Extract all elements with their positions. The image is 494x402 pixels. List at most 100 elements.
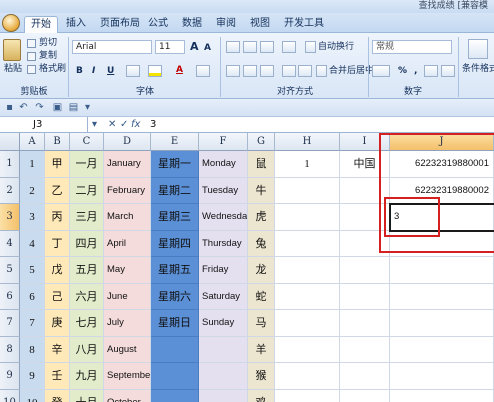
cell-i3[interactable]: [340, 204, 390, 231]
increase-decimal-icon[interactable]: [424, 65, 438, 77]
redo-icon[interactable]: ↷: [34, 102, 45, 113]
cell-h6[interactable]: [275, 283, 340, 310]
percent-button[interactable]: %: [398, 65, 407, 77]
cell-a10[interactable]: 10: [20, 389, 45, 402]
cell-h7[interactable]: [275, 310, 340, 337]
cell-f1[interactable]: Monday: [199, 151, 248, 178]
align-left-icon[interactable]: [226, 65, 240, 77]
column-header-f[interactable]: F: [199, 133, 248, 151]
column-header-i[interactable]: I: [340, 133, 390, 151]
cell-a7[interactable]: 7: [20, 310, 45, 337]
cell-h1[interactable]: 1: [275, 151, 340, 178]
cell-e8[interactable]: [151, 336, 199, 363]
row-header-6[interactable]: 6: [0, 283, 20, 310]
select-all-corner[interactable]: [0, 133, 20, 151]
row-header-4[interactable]: 4: [0, 230, 20, 257]
font-name-select[interactable]: Arial: [72, 40, 152, 54]
format-painter-button[interactable]: 格式刷: [39, 63, 66, 75]
enter-icon[interactable]: ✓: [120, 118, 128, 131]
cell-i10[interactable]: [340, 389, 390, 402]
cell-i5[interactable]: [340, 257, 390, 284]
cell-j3[interactable]: 3: [390, 204, 494, 231]
cell-b9[interactable]: 壬: [45, 363, 70, 390]
cell-f6[interactable]: Saturday: [199, 283, 248, 310]
align-right-icon[interactable]: [260, 65, 274, 77]
insert-function-button[interactable]: fx: [131, 118, 140, 131]
customize-qat-icon[interactable]: ▾: [82, 102, 93, 113]
cell-h5[interactable]: [275, 257, 340, 284]
column-header-a[interactable]: A: [20, 133, 45, 151]
row-header-5[interactable]: 5: [0, 257, 20, 284]
cell-c5[interactable]: 五月: [70, 257, 104, 284]
increase-indent-icon[interactable]: [298, 65, 312, 77]
tab-home[interactable]: 开始: [24, 16, 58, 33]
cell-h4[interactable]: [275, 230, 340, 257]
paste-icon[interactable]: [3, 39, 21, 61]
align-center-icon[interactable]: [243, 65, 257, 77]
cell-j6[interactable]: [390, 283, 494, 310]
cell-j2[interactable]: 62232319880002: [390, 177, 494, 204]
tab-data[interactable]: 数据: [176, 16, 208, 33]
cell-j8[interactable]: [390, 336, 494, 363]
cell-g8[interactable]: 羊: [248, 336, 275, 363]
underline-button[interactable]: U: [107, 65, 114, 77]
tab-insert[interactable]: 插入: [60, 16, 92, 33]
number-format-select[interactable]: 常规: [372, 40, 452, 54]
cell-e4[interactable]: 星期四: [151, 230, 199, 257]
bold-button[interactable]: B: [76, 65, 83, 77]
cell-g10[interactable]: 鸡: [248, 389, 275, 402]
align-bottom-icon[interactable]: [260, 41, 274, 53]
cell-f10[interactable]: [199, 389, 248, 402]
cell-a1[interactable]: 1: [20, 151, 45, 178]
cell-g3[interactable]: 虎: [248, 204, 275, 231]
cell-f5[interactable]: Friday: [199, 257, 248, 284]
cell-d3[interactable]: March: [104, 204, 151, 231]
cell-a9[interactable]: 9: [20, 363, 45, 390]
comma-button[interactable]: ,: [414, 65, 417, 77]
cell-i2[interactable]: [340, 177, 390, 204]
cell-e1[interactable]: 星期一: [151, 151, 199, 178]
cell-j5[interactable]: [390, 257, 494, 284]
orientation-icon[interactable]: [282, 41, 296, 53]
cut-button[interactable]: 剪切: [39, 37, 57, 49]
cell-a3[interactable]: 3: [20, 204, 45, 231]
cell-f3[interactable]: Wednesday: [199, 204, 248, 231]
cell-e3[interactable]: 星期三: [151, 204, 199, 231]
cell-e6[interactable]: 星期六: [151, 283, 199, 310]
cell-h9[interactable]: [275, 363, 340, 390]
row-header-3[interactable]: 3: [0, 204, 20, 231]
currency-icon[interactable]: [372, 65, 390, 77]
cell-d1[interactable]: January: [104, 151, 151, 178]
cell-e2[interactable]: 星期二: [151, 177, 199, 204]
cell-d10[interactable]: October: [104, 389, 151, 402]
cell-a2[interactable]: 2: [20, 177, 45, 204]
cell-d2[interactable]: February: [104, 177, 151, 204]
cancel-icon[interactable]: ✕: [108, 118, 116, 131]
cell-i7[interactable]: [340, 310, 390, 337]
decrease-indent-icon[interactable]: [282, 65, 296, 77]
print-icon[interactable]: ▤: [68, 102, 79, 113]
cell-e5[interactable]: 星期五: [151, 257, 199, 284]
column-header-d[interactable]: D: [104, 133, 151, 151]
cell-b6[interactable]: 己: [45, 283, 70, 310]
row-header-10[interactable]: 10: [0, 389, 20, 402]
tab-view[interactable]: 视图: [244, 16, 276, 33]
cell-d4[interactable]: April: [104, 230, 151, 257]
cell-i9[interactable]: [340, 363, 390, 390]
cell-c10[interactable]: 十月: [70, 389, 104, 402]
cell-d9[interactable]: September: [104, 363, 151, 390]
save-icon[interactable]: ▪: [4, 102, 15, 113]
conditional-format-button[interactable]: 条件格式: [462, 63, 494, 75]
cell-c1[interactable]: 一月: [70, 151, 104, 178]
cell-d5[interactable]: May: [104, 257, 151, 284]
wrap-text-button[interactable]: 自动换行: [318, 41, 354, 53]
cell-c2[interactable]: 二月: [70, 177, 104, 204]
cell-e10[interactable]: [151, 389, 199, 402]
cell-b3[interactable]: 丙: [45, 204, 70, 231]
cell-h10[interactable]: [275, 389, 340, 402]
cell-d7[interactable]: July: [104, 310, 151, 337]
borders-icon[interactable]: [126, 65, 140, 77]
cell-j7[interactable]: [390, 310, 494, 337]
dropdown-icon[interactable]: ▾: [92, 118, 97, 131]
row-header-1[interactable]: 1: [0, 151, 20, 178]
